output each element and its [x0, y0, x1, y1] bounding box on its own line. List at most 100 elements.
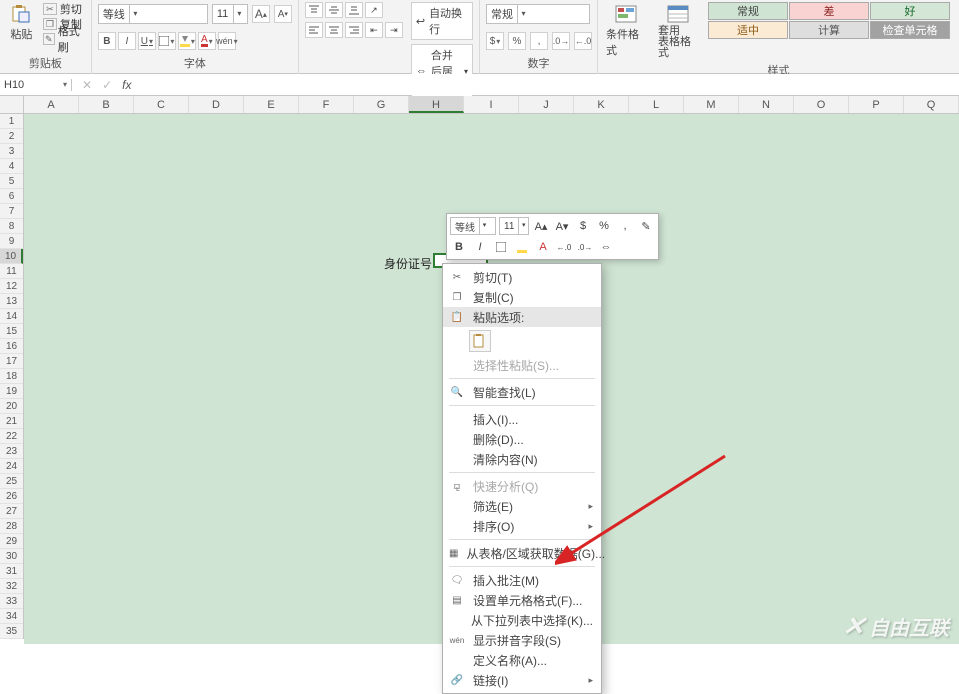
row-header-30[interactable]: 30: [0, 549, 23, 564]
row-header-34[interactable]: 34: [0, 609, 23, 624]
row-header-1[interactable]: 1: [0, 114, 23, 129]
mini-italic[interactable]: I: [471, 238, 489, 256]
column-header-D[interactable]: D: [189, 96, 244, 113]
mini-border[interactable]: [492, 238, 510, 256]
select-all-corner[interactable]: [0, 96, 24, 114]
style-check[interactable]: 检查单元格: [870, 21, 950, 39]
row-header-26[interactable]: 26: [0, 489, 23, 504]
increase-decimal-button[interactable]: .0→: [552, 32, 570, 50]
row-header-27[interactable]: 27: [0, 504, 23, 519]
ctx-clear[interactable]: 清除内容(N): [443, 449, 601, 469]
ctx-paste-options[interactable]: 📋 粘贴选项:: [443, 307, 601, 327]
row-headers[interactable]: 1234567891011121314151617181920212223242…: [0, 114, 24, 639]
formula-input[interactable]: [141, 74, 959, 95]
border-button[interactable]: [158, 32, 176, 50]
mini-format-painter[interactable]: ✎: [637, 217, 655, 235]
column-header-F[interactable]: F: [299, 96, 354, 113]
underline-button[interactable]: U: [138, 32, 156, 50]
row-header-8[interactable]: 8: [0, 219, 23, 234]
paste-button[interactable]: 粘贴: [6, 2, 37, 44]
format-painter-button[interactable]: ✎ 格式刷: [43, 32, 85, 46]
enter-formula-icon[interactable]: ✓: [102, 78, 112, 92]
ctx-paste-option-default[interactable]: [443, 327, 601, 355]
row-header-15[interactable]: 15: [0, 324, 23, 339]
column-header-L[interactable]: L: [629, 96, 684, 113]
column-header-O[interactable]: O: [794, 96, 849, 113]
ctx-pick-from-list[interactable]: 从下拉列表中选择(K)...: [443, 610, 601, 630]
align-bottom-button[interactable]: [345, 2, 363, 18]
row-header-21[interactable]: 21: [0, 414, 23, 429]
phonetic-button[interactable]: wén: [218, 32, 236, 50]
ctx-delete[interactable]: 删除(D)...: [443, 429, 601, 449]
style-normal[interactable]: 常规: [708, 2, 788, 20]
mini-font-size-combo[interactable]: 11▾: [499, 217, 529, 235]
column-header-C[interactable]: C: [134, 96, 189, 113]
mini-merge[interactable]: ⇔: [597, 238, 615, 256]
column-header-M[interactable]: M: [684, 96, 739, 113]
mini-accounting[interactable]: $: [574, 217, 592, 235]
style-bad[interactable]: 差: [789, 2, 869, 20]
cancel-formula-icon[interactable]: ✕: [82, 78, 92, 92]
mini-fill-color[interactable]: [513, 238, 531, 256]
row-header-6[interactable]: 6: [0, 189, 23, 204]
mini-decrease-font[interactable]: A▾: [553, 217, 571, 235]
ctx-paste-special[interactable]: 选择性粘贴(S)...: [443, 355, 601, 375]
comma-format-button[interactable]: ,: [530, 32, 548, 50]
column-header-A[interactable]: A: [24, 96, 79, 113]
ctx-filter[interactable]: 筛选(E) ▸: [443, 496, 601, 516]
ctx-show-phonetic[interactable]: wén 显示拼音字段(S): [443, 630, 601, 650]
column-header-P[interactable]: P: [849, 96, 904, 113]
font-size-combo[interactable]: 11 ▾: [212, 4, 248, 24]
row-header-7[interactable]: 7: [0, 204, 23, 219]
ctx-define-name[interactable]: 定义名称(A)...: [443, 650, 601, 670]
row-header-2[interactable]: 2: [0, 129, 23, 144]
row-header-14[interactable]: 14: [0, 309, 23, 324]
row-header-32[interactable]: 32: [0, 579, 23, 594]
column-header-K[interactable]: K: [574, 96, 629, 113]
number-format-combo[interactable]: 常规 ▾: [486, 4, 590, 24]
align-middle-button[interactable]: [325, 2, 343, 18]
table-format-button[interactable]: 套用 表格格式: [656, 2, 700, 61]
row-header-3[interactable]: 3: [0, 144, 23, 159]
name-box[interactable]: H10 ▾: [0, 79, 72, 91]
row-header-25[interactable]: 25: [0, 474, 23, 489]
column-header-I[interactable]: I: [464, 96, 519, 113]
row-header-13[interactable]: 13: [0, 294, 23, 309]
row-header-31[interactable]: 31: [0, 564, 23, 579]
row-header-28[interactable]: 28: [0, 519, 23, 534]
column-header-B[interactable]: B: [79, 96, 134, 113]
row-header-23[interactable]: 23: [0, 444, 23, 459]
row-header-17[interactable]: 17: [0, 354, 23, 369]
row-header-33[interactable]: 33: [0, 594, 23, 609]
row-header-20[interactable]: 20: [0, 399, 23, 414]
fx-button[interactable]: fx: [122, 78, 131, 92]
font-name-combo[interactable]: 等线 ▾: [98, 4, 208, 24]
row-header-12[interactable]: 12: [0, 279, 23, 294]
column-header-J[interactable]: J: [519, 96, 574, 113]
ctx-sort[interactable]: 排序(O) ▸: [443, 516, 601, 536]
mini-bold[interactable]: B: [450, 238, 468, 256]
ctx-copy[interactable]: ❐ 复制(C): [443, 287, 601, 307]
row-header-9[interactable]: 9: [0, 234, 23, 249]
font-color-button[interactable]: A: [198, 32, 216, 50]
style-calc[interactable]: 计算: [789, 21, 869, 39]
row-header-19[interactable]: 19: [0, 384, 23, 399]
column-header-N[interactable]: N: [739, 96, 794, 113]
row-header-11[interactable]: 11: [0, 264, 23, 279]
mini-comma[interactable]: ,: [616, 217, 634, 235]
align-center-button[interactable]: [325, 22, 343, 38]
align-top-button[interactable]: [305, 2, 323, 18]
orientation-button[interactable]: ↗: [365, 2, 383, 18]
column-header-Q[interactable]: Q: [904, 96, 959, 113]
indent-dec-button[interactable]: ⇤: [365, 22, 383, 38]
align-right-button[interactable]: [345, 22, 363, 38]
fill-color-button[interactable]: [178, 32, 196, 50]
ctx-insert[interactable]: 插入(I)...: [443, 409, 601, 429]
wrap-text-button[interactable]: ↩ 自动换行: [411, 2, 473, 40]
column-header-G[interactable]: G: [354, 96, 409, 113]
row-header-18[interactable]: 18: [0, 369, 23, 384]
row-header-24[interactable]: 24: [0, 459, 23, 474]
row-header-29[interactable]: 29: [0, 534, 23, 549]
indent-inc-button[interactable]: ⇥: [385, 22, 403, 38]
italic-button[interactable]: I: [118, 32, 136, 50]
